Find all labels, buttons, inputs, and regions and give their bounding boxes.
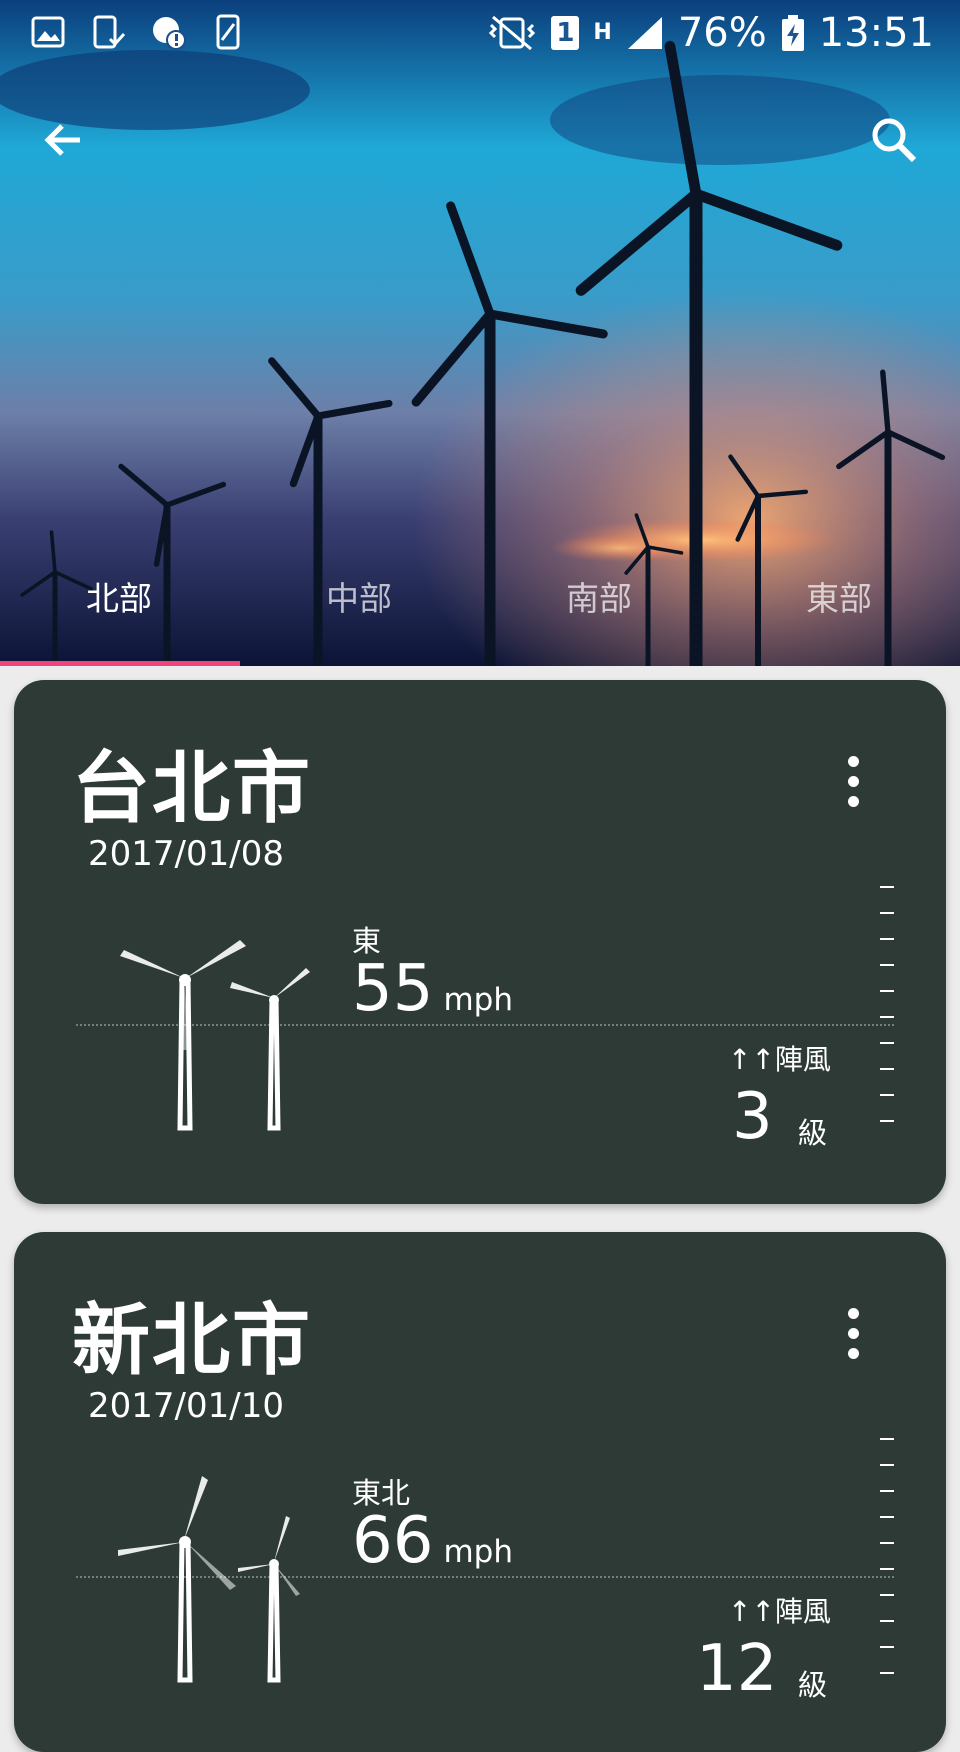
back-button[interactable] <box>32 108 96 172</box>
scale-tick <box>880 1672 894 1674</box>
wind-speed: 55 mph <box>352 952 513 1026</box>
tab-south[interactable]: 南部 <box>480 560 720 666</box>
arrow-left-icon <box>44 124 80 156</box>
tab-label: 中部 <box>326 579 392 618</box>
sim-icon: 1 <box>551 16 580 50</box>
observation-date: 2017/01/08 <box>88 834 284 874</box>
tab-label: 南部 <box>566 579 632 618</box>
wind-scale <box>880 886 894 1146</box>
wind-speed: 66 mph <box>352 1504 513 1578</box>
scale-tick <box>880 912 894 914</box>
search-button[interactable] <box>862 108 926 172</box>
wind-turbine-icon <box>118 1476 300 1683</box>
tab-north[interactable]: 北部 <box>0 560 240 666</box>
scale-tick <box>880 1094 894 1096</box>
scale-tick <box>880 964 894 966</box>
tab-indicator <box>0 661 240 666</box>
gust-level: 12 <box>696 1632 778 1706</box>
wind-speed-unit: mph <box>443 1534 513 1570</box>
network-h-icon: H <box>593 20 612 45</box>
city-card[interactable]: 新北市 2017/01/10 東北 66 mph ↑↑陣風 12 級 <box>14 1232 946 1752</box>
more-menu-button[interactable] <box>844 754 864 810</box>
wind-speed-value: 55 <box>352 952 434 1026</box>
scale-tick <box>880 1568 894 1570</box>
scale-tick <box>880 1620 894 1622</box>
battery-percent: 76% <box>677 10 767 56</box>
observation-date: 2017/01/10 <box>88 1386 284 1426</box>
vibrate-icon <box>489 15 536 51</box>
region-tabs: 北部 中部 南部 東部 <box>0 560 960 666</box>
device-icon <box>216 14 240 50</box>
scale-tick <box>880 1464 894 1466</box>
phone-check-icon <box>93 15 126 49</box>
status-bar: 1 H 76% 13:51 <box>0 0 960 68</box>
city-card[interactable]: 台北市 2017/01/08 東 55 mph ↑↑陣風 3 級 <box>14 680 946 1204</box>
tab-central[interactable]: 中部 <box>240 560 480 666</box>
charging-icon <box>781 15 804 51</box>
scale-tick <box>880 990 894 992</box>
scale-tick <box>880 1542 894 1544</box>
wind-speed-value: 66 <box>352 1504 434 1578</box>
scale-tick <box>880 1646 894 1648</box>
wind-scale <box>880 1438 894 1698</box>
scale-tick <box>880 1068 894 1070</box>
tab-label: 東部 <box>806 579 872 618</box>
scale-tick <box>880 1594 894 1596</box>
more-menu-button[interactable] <box>844 1306 864 1362</box>
city-name: 新北市 <box>72 1296 313 1386</box>
search-icon <box>872 118 917 163</box>
city-name: 台北市 <box>72 744 313 834</box>
gust-level-unit: 級 <box>798 1116 828 1150</box>
gust-level-unit: 級 <box>798 1668 828 1702</box>
gust-label: ↑↑陣風 <box>728 1043 831 1076</box>
wind-turbine-icon <box>120 940 310 1131</box>
scale-tick <box>880 1490 894 1492</box>
chat-alert-icon <box>153 17 186 50</box>
tab-east[interactable]: 東部 <box>720 560 960 666</box>
clock: 13:51 <box>818 10 934 56</box>
scale-tick <box>880 1016 894 1018</box>
header-image: 1 H 76% 13:51 北部 中部 南部 東部 <box>0 0 960 666</box>
scale-tick <box>880 938 894 940</box>
gust-label: ↑↑陣風 <box>728 1595 831 1628</box>
image-icon <box>31 16 65 48</box>
wind-speed-unit: mph <box>443 982 513 1018</box>
scale-tick <box>880 1438 894 1440</box>
scale-tick <box>880 1120 894 1122</box>
tab-label: 北部 <box>86 579 152 618</box>
signal-icon <box>627 17 662 49</box>
scale-tick <box>880 1042 894 1044</box>
gust-level: 3 <box>732 1080 773 1154</box>
scale-tick <box>880 886 894 888</box>
scale-tick <box>880 1516 894 1518</box>
